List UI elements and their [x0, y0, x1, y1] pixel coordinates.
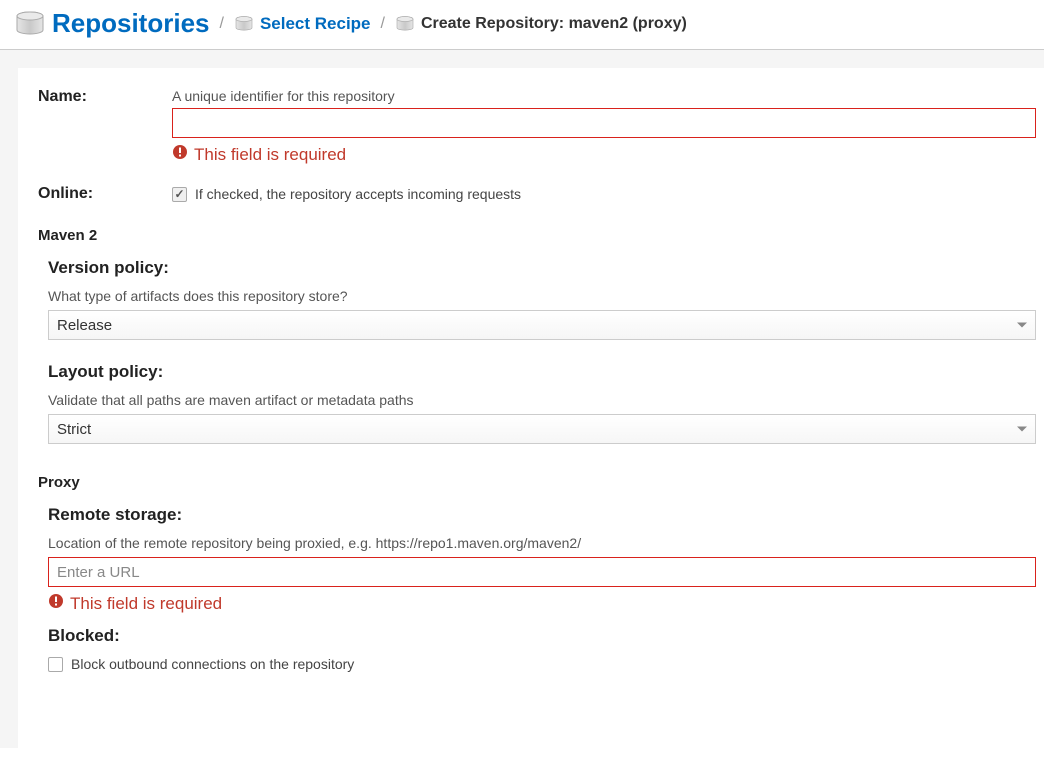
name-label: Name: [38, 88, 172, 106]
breadcrumb-current-label: Create Repository: maven2 (proxy) [421, 15, 687, 33]
breadcrumb-current: Create Repository: maven2 (proxy) [395, 15, 687, 33]
chevron-down-icon [1017, 427, 1027, 432]
breadcrumb-separator: / [379, 15, 387, 33]
remote-storage-error-text: This field is required [70, 594, 222, 614]
breadcrumb-select-recipe-label: Select Recipe [260, 14, 371, 34]
online-checkbox-label: If checked, the repository accepts incom… [195, 186, 521, 202]
layout-policy-label: Layout policy: [48, 362, 1036, 382]
section-title-proxy: Proxy [38, 474, 1036, 491]
version-policy-label: Version policy: [48, 258, 1036, 278]
error-icon [48, 593, 64, 614]
error-icon [172, 144, 188, 165]
layout-policy-select[interactable]: Strict [48, 414, 1036, 444]
name-error-text: This field is required [194, 145, 346, 165]
layout-policy-value: Strict [57, 421, 91, 438]
version-policy-value: Release [57, 317, 112, 334]
repositories-icon [14, 11, 46, 37]
breadcrumb-root-label: Repositories [52, 8, 210, 39]
blocked-label: Blocked: [48, 626, 1036, 646]
breadcrumb-repositories[interactable]: Repositories [14, 8, 210, 39]
name-input[interactable] [172, 108, 1036, 138]
field-online: Online: If checked, the repository accep… [38, 185, 1036, 203]
checkbox-icon [48, 657, 63, 672]
field-name: Name: A unique identifier for this repos… [38, 88, 1036, 165]
online-checkbox[interactable]: If checked, the repository accepts incom… [172, 186, 521, 202]
layout-policy-help: Validate that all paths are maven artifa… [48, 392, 1036, 408]
blocked-checkbox[interactable]: Block outbound connections on the reposi… [48, 656, 354, 672]
online-label: Online: [38, 185, 172, 203]
remote-storage-input[interactable] [48, 557, 1036, 587]
repositories-icon [395, 16, 415, 32]
breadcrumb: Repositories / Select Recipe / Create Re… [0, 0, 1044, 50]
repositories-icon [234, 16, 254, 32]
remote-storage-help: Location of the remote repository being … [48, 535, 1036, 551]
breadcrumb-separator: / [218, 15, 226, 33]
blocked-checkbox-label: Block outbound connections on the reposi… [71, 656, 354, 672]
version-policy-help: What type of artifacts does this reposit… [48, 288, 1036, 304]
version-policy-select[interactable]: Release [48, 310, 1036, 340]
remote-storage-label: Remote storage: [48, 505, 1036, 525]
section-title-maven2: Maven 2 [38, 227, 1036, 244]
name-help-text: A unique identifier for this repository [172, 88, 1036, 104]
checkbox-icon [172, 187, 187, 202]
breadcrumb-select-recipe[interactable]: Select Recipe [234, 14, 371, 34]
chevron-down-icon [1017, 323, 1027, 328]
